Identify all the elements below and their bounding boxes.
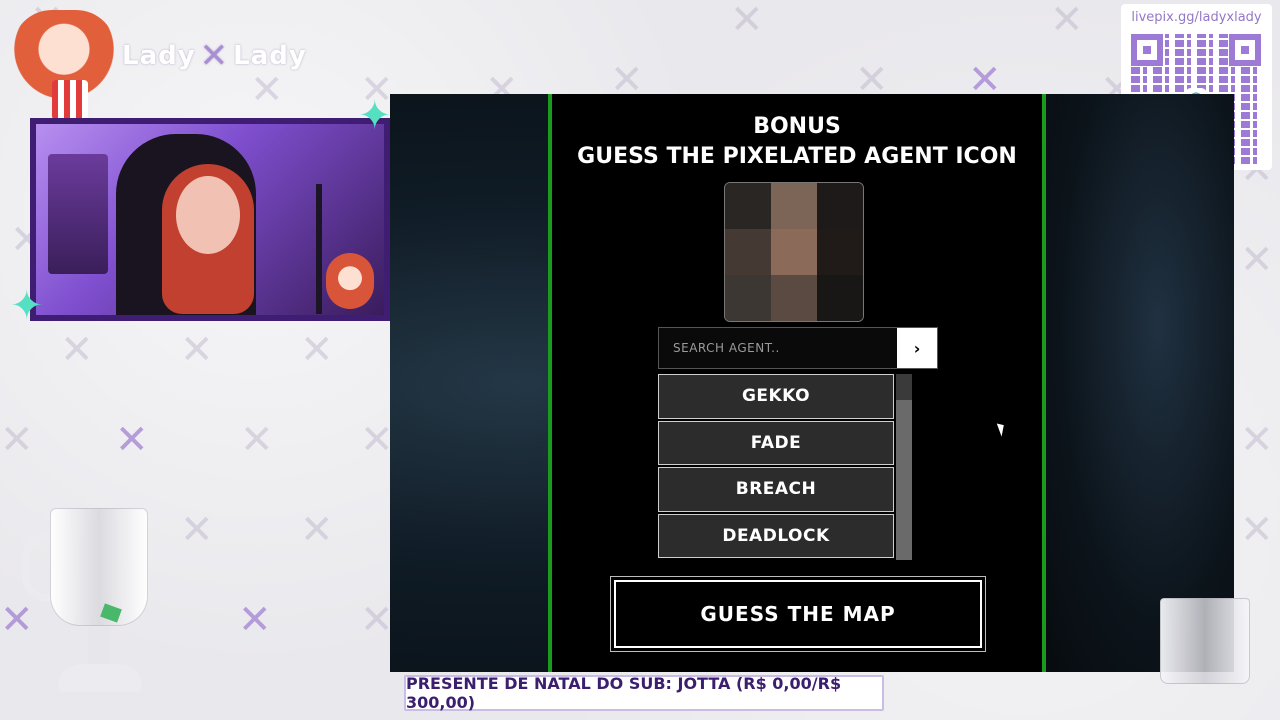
- scrollbar-thumb[interactable]: [896, 374, 912, 400]
- pixel-cell: [817, 183, 863, 229]
- pixel-cell: [771, 229, 817, 275]
- x-pattern-icon: ✕: [300, 507, 334, 553]
- agent-dropdown: GEKKO FADE BREACH DEADLOCK: [658, 374, 912, 560]
- webcam-streamer-face: [176, 176, 240, 254]
- x-pattern-icon: ✕: [0, 417, 34, 463]
- game-window: BONUS GUESS THE PIXELATED AGENT ICON › G…: [390, 94, 1234, 672]
- pixel-cell: [725, 183, 771, 229]
- brand-logo: Lady ✕ Lady: [122, 36, 307, 76]
- x-pattern-icon: ✕: [115, 417, 149, 463]
- bonus-subtitle: GUESS THE PIXELATED AGENT ICON: [577, 144, 1017, 169]
- webcam-feed: [30, 118, 390, 321]
- game-background-art: [1044, 94, 1234, 672]
- x-pattern-icon: ✕: [1240, 237, 1274, 283]
- glass-mug-decoration: [20, 508, 152, 694]
- brand-right-text: Lady: [233, 41, 307, 71]
- bonus-title: BONUS GUESS THE PIXELATED AGENT ICON: [552, 112, 1042, 172]
- agent-option-fade[interactable]: FADE: [658, 420, 894, 465]
- pixel-cell: [817, 229, 863, 275]
- sub-goal-ticker: PRESENTE DE NATAL DO SUB: JOTTA (R$ 0,00…: [404, 674, 884, 712]
- x-pattern-icon: ✕: [250, 67, 284, 113]
- x-pattern-icon: ✕: [60, 327, 94, 373]
- pixelated-agent-icon: [724, 182, 864, 322]
- agent-option-breach[interactable]: BREACH: [658, 467, 894, 512]
- agent-option-gekko[interactable]: GEKKO: [658, 374, 894, 419]
- x-pattern-icon: ✕: [360, 597, 394, 643]
- pixel-cell: [725, 275, 771, 321]
- agent-search-input[interactable]: [659, 328, 897, 368]
- agent-option-deadlock[interactable]: DEADLOCK: [658, 513, 894, 558]
- x-pattern-icon: ✕: [240, 417, 274, 463]
- donation-url[interactable]: livepix.gg/ladyxlady: [1121, 10, 1272, 25]
- x-pattern-icon: ✕: [730, 0, 764, 43]
- brand-left-text: Lady: [122, 41, 196, 71]
- chevron-right-icon: ›: [913, 338, 921, 358]
- webcam-mini-avatar: [326, 253, 374, 309]
- x-pattern-icon: ✕: [180, 327, 214, 373]
- bonus-label: BONUS: [753, 114, 841, 139]
- pixel-cell: [771, 183, 817, 229]
- x-pattern-icon: ✕: [300, 327, 334, 373]
- x-pattern-icon: ✕: [238, 597, 272, 643]
- pixel-cell: [771, 275, 817, 321]
- sparkle-icon: ✦: [10, 283, 44, 329]
- brand-x-icon: ✕: [199, 36, 230, 76]
- x-pattern-icon: ✕: [1240, 417, 1274, 463]
- search-submit-button[interactable]: ›: [897, 328, 937, 368]
- x-pattern-icon: ✕: [360, 417, 394, 463]
- guess-the-map-button[interactable]: GUESS THE MAP: [610, 576, 986, 652]
- mug-base: [58, 664, 142, 692]
- guess-the-map-label: GUESS THE MAP: [614, 580, 982, 648]
- streamer-avatar-illustration: [12, 10, 116, 122]
- pixel-cell: [817, 275, 863, 321]
- popcorn-icon: [52, 80, 88, 120]
- agent-list-scrollbar[interactable]: [896, 374, 912, 560]
- agent-search: ›: [658, 327, 938, 369]
- sparkle-icon: ✦: [358, 93, 392, 139]
- mug-cup: [50, 508, 148, 626]
- mug-stem: [88, 626, 110, 666]
- qr-finder-icon: [1229, 34, 1261, 66]
- pixel-cell: [725, 229, 771, 275]
- x-pattern-icon: ✕: [1050, 0, 1084, 43]
- qr-finder-icon: [1131, 34, 1163, 66]
- webcam-shelf: [48, 154, 108, 274]
- webcam-tripod: [316, 184, 322, 314]
- glass-cup-decoration: [1160, 598, 1250, 684]
- x-pattern-icon: ✕: [1240, 507, 1274, 553]
- x-pattern-icon: ✕: [180, 507, 214, 553]
